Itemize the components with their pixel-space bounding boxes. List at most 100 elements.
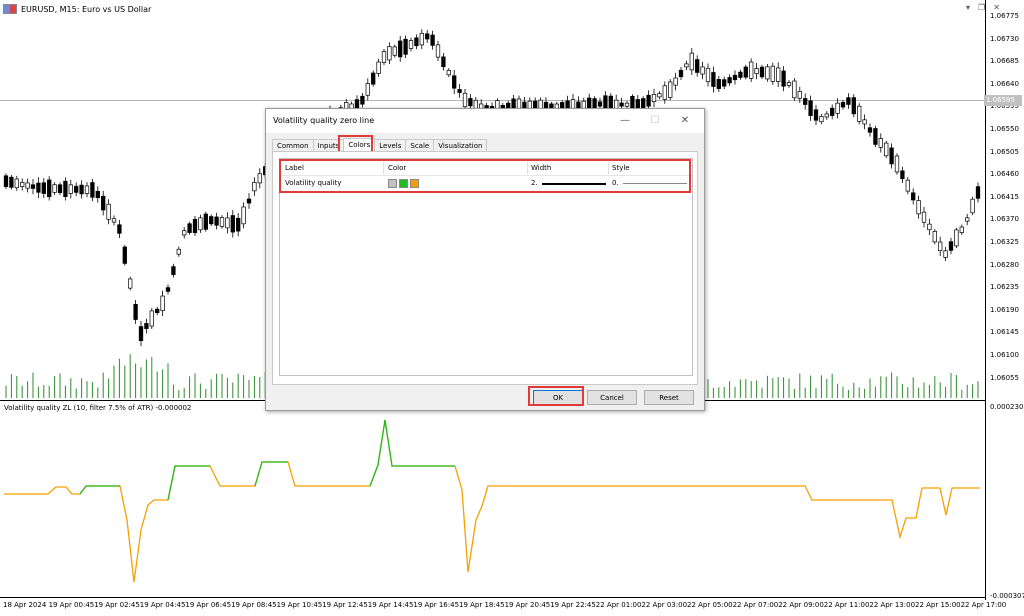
time-tick-label: 19 Apr 14:45 <box>367 601 414 609</box>
candle-body <box>700 66 705 75</box>
candle-body <box>722 79 727 87</box>
candle-body <box>765 66 770 80</box>
candle-body <box>965 217 970 222</box>
width-value[interactable]: 2. <box>531 179 538 187</box>
column-header-color: Color <box>388 164 407 172</box>
candle-body <box>830 107 835 116</box>
candle-body <box>878 138 883 148</box>
candle-body <box>916 200 921 215</box>
candle-body <box>214 216 219 226</box>
time-tick-label: 22 Apr 01:00 <box>595 601 642 609</box>
candle-body <box>743 66 748 78</box>
candle-body <box>165 287 171 292</box>
candle-body <box>803 98 808 105</box>
candle-body <box>252 182 257 192</box>
candle-body <box>387 46 392 61</box>
candle-body <box>47 179 52 198</box>
candle-body <box>30 184 36 189</box>
candle-body <box>68 184 73 194</box>
price-tick-label: 1.06055 <box>990 373 1019 382</box>
candle-body <box>716 79 721 89</box>
candle-body <box>84 185 90 194</box>
candle-body <box>911 192 916 201</box>
price-tick-label: 1.06775 <box>990 12 1019 20</box>
candle-body <box>63 180 68 197</box>
candle-body <box>689 52 694 71</box>
candle-body <box>257 173 262 184</box>
candle-body <box>203 213 208 230</box>
candle-body <box>90 182 95 198</box>
style-value[interactable]: 0. <box>612 179 619 187</box>
candle-body <box>792 80 797 99</box>
candle-body <box>948 241 954 251</box>
candle-body <box>414 37 419 47</box>
time-tick-label: 19 Apr 16:45 <box>413 601 460 609</box>
candle-body <box>225 217 230 229</box>
candle-body <box>857 105 862 122</box>
time-tick-label: 22 Apr 15:00 <box>915 601 961 609</box>
header-divider <box>280 175 692 176</box>
candle-body <box>9 176 14 188</box>
candle-body <box>74 185 79 193</box>
candle-body <box>900 170 905 180</box>
candle-body <box>678 69 684 78</box>
candle-body <box>219 217 225 227</box>
price-tick-label: 1.06415 <box>990 192 1019 201</box>
column-header-label: Label <box>285 164 304 172</box>
candle-body <box>732 74 738 81</box>
candle-body <box>425 33 430 40</box>
candle-body <box>619 102 624 107</box>
price-tick-label: 1.06145 <box>990 328 1019 337</box>
candle-body <box>851 97 856 115</box>
candle-body <box>770 65 775 82</box>
candle-body <box>938 241 943 252</box>
candle-body <box>975 186 981 199</box>
reset-button[interactable]: Reset <box>644 390 694 405</box>
row-divider <box>280 191 692 192</box>
minimize-icon[interactable]: — <box>616 113 634 129</box>
color-swatch-down[interactable] <box>410 179 419 188</box>
color-swatch-neutral[interactable] <box>388 179 397 188</box>
candle-body <box>462 92 468 108</box>
candle-body <box>403 38 408 55</box>
maximize-icon: ☐ <box>650 115 660 126</box>
candle-body <box>111 218 117 223</box>
indicator-up-segments <box>79 419 455 501</box>
candle-body <box>392 46 397 56</box>
candle-body <box>36 182 41 193</box>
candle-body <box>441 56 446 68</box>
candle-body <box>160 295 165 312</box>
dialog-title: Volatility quality zero line <box>273 116 375 125</box>
candle-body <box>419 32 424 46</box>
price-tick-label: 1.06280 <box>990 260 1019 269</box>
candle-body <box>52 184 57 193</box>
dialog-titlebar[interactable]: Volatility quality zero line — ☐ ✕ <box>266 109 704 133</box>
candle-body <box>754 68 759 74</box>
candle-body <box>749 61 754 79</box>
time-tick-label: 22 Apr 17:00 <box>960 601 1007 609</box>
price-tick-label: 1.06505 <box>990 147 1019 156</box>
price-tick-label: 1.06550 <box>990 125 1019 133</box>
candle-body <box>657 93 662 98</box>
candle-body <box>365 83 370 96</box>
color-swatch-up[interactable] <box>399 179 408 188</box>
candle-body <box>819 116 824 123</box>
colors-tab-panel: Label Color Width Style Volatility quali… <box>272 151 698 385</box>
candle-body <box>808 100 813 117</box>
candle-body <box>954 229 959 247</box>
candle-body <box>171 266 176 275</box>
close-icon[interactable]: ✕ <box>676 113 694 129</box>
time-tick-label: 22 Apr 09:00 <box>778 601 824 609</box>
ok-button[interactable]: OK <box>533 390 583 405</box>
candle-body <box>187 223 192 233</box>
candle-body <box>381 51 387 63</box>
candle-body <box>79 184 84 195</box>
candle-body <box>905 179 910 192</box>
time-tick-label: 19 Apr 06:45 <box>185 601 232 609</box>
candle-body <box>738 71 743 78</box>
candle-body <box>241 206 246 225</box>
candle-body <box>209 216 214 225</box>
cancel-button[interactable]: Cancel <box>587 390 637 405</box>
candle-body <box>840 101 846 108</box>
candle-body <box>182 230 187 236</box>
